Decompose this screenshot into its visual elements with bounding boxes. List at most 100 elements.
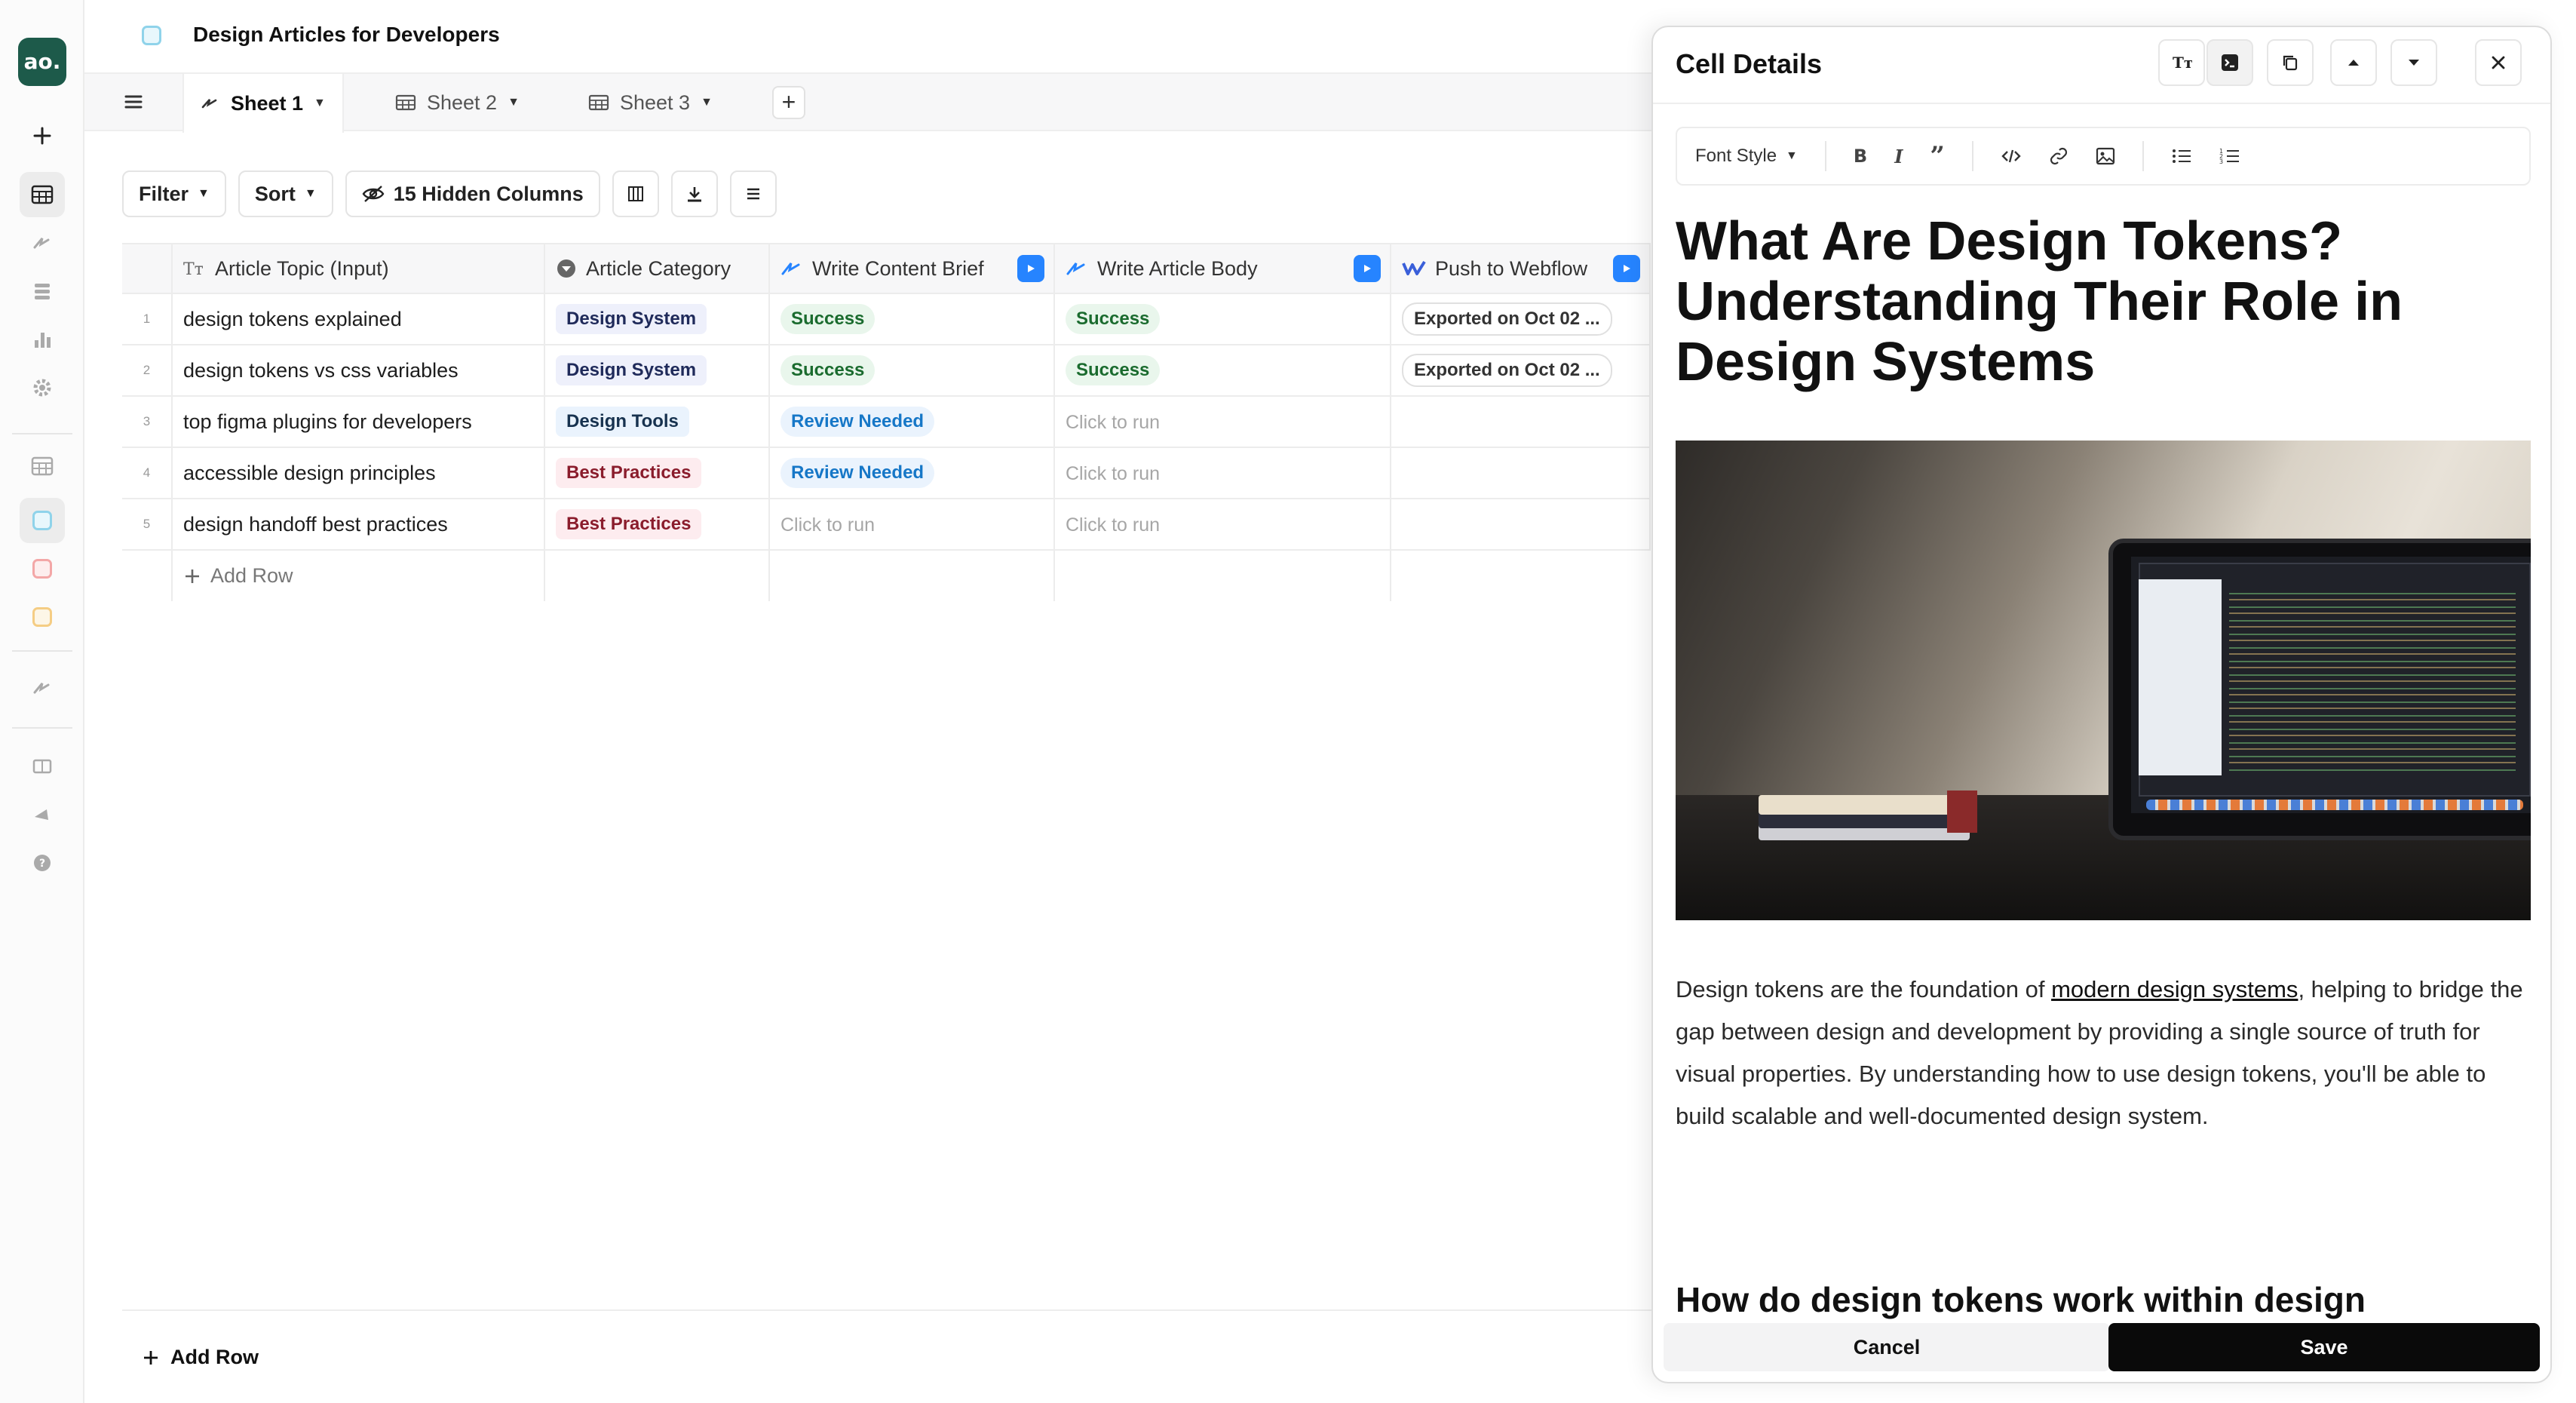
- body-cell[interactable]: Click to run: [1054, 447, 1391, 499]
- workspace-blue-icon[interactable]: [20, 498, 65, 543]
- analytics-icon[interactable]: [20, 317, 65, 362]
- brief-cell[interactable]: Click to run: [769, 499, 1055, 551]
- copy-button[interactable]: [2267, 39, 2314, 86]
- article-subheading[interactable]: How do design tokens work within design: [1676, 1279, 2366, 1320]
- topic-cell[interactable]: design handoff best practices: [172, 499, 545, 551]
- toolbar-divider: [1971, 141, 1973, 171]
- column-header-topic[interactable]: Tт Article Topic (Input): [172, 243, 545, 294]
- add-row-cell[interactable]: Add Row: [172, 550, 545, 601]
- body-cell[interactable]: Success: [1054, 293, 1391, 345]
- run-column-button[interactable]: [1354, 255, 1381, 282]
- previous-cell-button[interactable]: [2330, 39, 2377, 86]
- column-header-brief[interactable]: Write Content Brief: [769, 243, 1055, 294]
- row-number: 5: [122, 499, 173, 551]
- article-title[interactable]: What Are Design Tokens? Understanding Th…: [1676, 211, 2528, 392]
- category-cell[interactable]: Best Practices: [544, 499, 770, 551]
- topic-cell[interactable]: top figma plugins for developers: [172, 396, 545, 448]
- tab-sheet-3[interactable]: Sheet 3 ▼: [572, 74, 729, 131]
- settings-gear-icon[interactable]: [20, 365, 65, 410]
- push-cell[interactable]: Exported on Oct 02 ...: [1391, 345, 1651, 397]
- megaphone-icon[interactable]: [20, 792, 65, 837]
- automation-icon[interactable]: [20, 220, 65, 266]
- chevron-down-icon[interactable]: ▼: [508, 96, 520, 109]
- database-icon[interactable]: [20, 269, 65, 314]
- push-cell[interactable]: Exported on Oct 02 ...: [1391, 293, 1651, 345]
- topic-cell[interactable]: design tokens vs css variables: [172, 345, 545, 397]
- category-cell[interactable]: Design System: [544, 293, 770, 345]
- body-cell[interactable]: Click to run: [1054, 499, 1391, 551]
- bullet-list-icon[interactable]: [2171, 147, 2192, 165]
- brief-cell[interactable]: Success: [769, 293, 1055, 345]
- book-icon[interactable]: [20, 744, 65, 789]
- table-row[interactable]: 4 accessible design principles Best Prac…: [122, 447, 1651, 499]
- cancel-button[interactable]: Cancel: [1664, 1323, 2110, 1371]
- code-icon[interactable]: [2001, 148, 2022, 164]
- click-to-run-text[interactable]: Click to run: [1066, 412, 1160, 433]
- bold-icon[interactable]: B: [1854, 146, 1867, 167]
- click-to-run-text[interactable]: Click to run: [780, 514, 875, 536]
- category-cell[interactable]: Design Tools: [544, 396, 770, 448]
- column-header-category[interactable]: Article Category: [544, 243, 770, 294]
- push-cell[interactable]: [1391, 447, 1651, 499]
- close-panel-button[interactable]: [2475, 39, 2522, 86]
- brief-cell[interactable]: Review Needed: [769, 396, 1055, 448]
- push-cell[interactable]: [1391, 499, 1651, 551]
- push-cell[interactable]: [1391, 396, 1651, 448]
- workspace-red-icon[interactable]: [20, 546, 65, 591]
- link-icon[interactable]: [2049, 146, 2068, 166]
- grid-icon[interactable]: [20, 444, 65, 489]
- numbered-list-icon[interactable]: 123: [2219, 147, 2240, 165]
- workspace-yellow-icon[interactable]: [20, 594, 65, 640]
- help-icon[interactable]: ?: [20, 840, 65, 886]
- code-mode-button[interactable]: [2206, 39, 2253, 86]
- italic-icon[interactable]: I: [1894, 146, 1903, 167]
- brief-cell[interactable]: Success: [769, 345, 1055, 397]
- add-sheet-button[interactable]: +: [772, 86, 805, 119]
- save-button[interactable]: Save: [2108, 1323, 2540, 1371]
- inline-link[interactable]: modern design systems: [2051, 976, 2298, 1002]
- columns-layout-button[interactable]: [612, 170, 659, 217]
- download-button[interactable]: [670, 170, 718, 217]
- topic-cell[interactable]: accessible design principles: [172, 447, 545, 499]
- column-header-body[interactable]: Write Article Body: [1054, 243, 1391, 294]
- run-column-button[interactable]: [1017, 255, 1044, 282]
- category-cell[interactable]: Design System: [544, 345, 770, 397]
- formatting-toolbar: Font Style ▼ B I ” 123: [1676, 127, 2531, 186]
- chevron-down-icon[interactable]: ▼: [314, 97, 326, 110]
- filter-button[interactable]: Filter ▼: [122, 170, 226, 217]
- table-row[interactable]: 1 design tokens explained Design System …: [122, 293, 1651, 345]
- play-icon: [1364, 265, 1371, 272]
- table-row[interactable]: 5 design handoff best practices Best Pra…: [122, 499, 1651, 551]
- category-cell[interactable]: Best Practices: [544, 447, 770, 499]
- add-icon[interactable]: [20, 113, 65, 158]
- table-row[interactable]: 3 top figma plugins for developers Desig…: [122, 396, 1651, 448]
- document-title[interactable]: Design Articles for Developers: [193, 23, 500, 47]
- column-header-webflow[interactable]: Push to Webflow: [1391, 243, 1651, 294]
- table-icon[interactable]: [20, 172, 65, 217]
- quote-icon[interactable]: ”: [1930, 143, 1945, 169]
- click-to-run-text[interactable]: Click to run: [1066, 463, 1160, 484]
- flow-icon[interactable]: [20, 665, 65, 711]
- chevron-down-icon[interactable]: ▼: [701, 96, 713, 109]
- footer-add-row-button[interactable]: Add Row: [142, 1346, 259, 1369]
- sort-button[interactable]: Sort ▼: [238, 170, 333, 217]
- body-cell[interactable]: Success: [1054, 345, 1391, 397]
- image-icon[interactable]: [2096, 147, 2115, 165]
- add-row-button[interactable]: Add Row: [173, 564, 543, 588]
- article-paragraph[interactable]: Design tokens are the foundation of mode…: [1676, 969, 2531, 1137]
- brief-cell[interactable]: Review Needed: [769, 447, 1055, 499]
- table-row[interactable]: 2 design tokens vs css variables Design …: [122, 345, 1651, 397]
- hidden-columns-button[interactable]: 15 Hidden Columns: [345, 170, 600, 217]
- body-cell[interactable]: Click to run: [1054, 396, 1391, 448]
- run-column-button[interactable]: [1613, 255, 1640, 282]
- tab-sheet-2[interactable]: Sheet 2 ▼: [379, 74, 536, 131]
- click-to-run-text[interactable]: Click to run: [1066, 514, 1160, 536]
- row-density-button[interactable]: [729, 170, 777, 217]
- app-logo[interactable]: ao.: [18, 38, 66, 86]
- hamburger-menu-icon[interactable]: [122, 91, 152, 115]
- font-style-dropdown[interactable]: Font Style ▼: [1695, 146, 1798, 167]
- next-cell-button[interactable]: [2390, 39, 2437, 86]
- text-mode-button[interactable]: Tт: [2158, 39, 2205, 86]
- tab-sheet-1[interactable]: Sheet 1 ▼: [182, 74, 344, 133]
- topic-cell[interactable]: design tokens explained: [172, 293, 545, 345]
